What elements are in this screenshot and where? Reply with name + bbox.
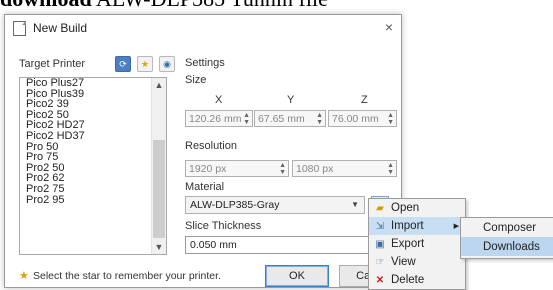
close-button[interactable]: × [385,19,393,35]
menu-item-view[interactable]: ☞ View [369,253,465,271]
globe-icon[interactable]: ◉ [159,56,175,72]
material-selected-value: ALW-DLP385-Gray [190,199,280,211]
ok-button[interactable]: OK [265,265,329,287]
material-label: Material [185,181,225,193]
document-heading-rest: ALW-DLP385 Tunnin file [92,0,328,11]
slice-thickness-field[interactable]: 0.050 mm [185,236,375,254]
y-axis-label: Y [287,94,295,106]
printer-list[interactable]: Pico Plus27 Pico Plus39 Pico2 39 Pico2 5… [19,77,167,255]
printer-item[interactable]: Pro2 75 [20,184,166,195]
menu-item-label: Import [391,220,424,232]
dialog-title: New Build [33,21,88,35]
import-submenu: Composer Downloads [460,217,553,259]
chevron-right-icon: ▶ [453,223,459,230]
printer-item[interactable]: Pro2 95 [20,194,166,206]
menu-item-delete[interactable]: ✕ Delete [369,271,465,289]
import-icon: ⇲ [375,220,385,232]
menu-item-label: View [391,256,416,268]
size-z-value: 76.00 mm [332,112,379,125]
delete-icon: ✕ [375,274,385,286]
size-x-value: 120.26 mm [189,112,242,125]
slice-thickness-label: Slice Thickness [185,220,262,232]
spinner-arrows-icon[interactable]: ▲ ▼ [279,162,286,176]
resolution-width-field[interactable]: 1920 px ▲ ▼ [185,160,289,177]
chevron-down-icon[interactable]: ▼ [152,240,166,254]
menu-item-label: Export [391,238,425,250]
slice-thickness-value: 0.050 mm [190,239,237,251]
star-icon: ★ [19,270,29,282]
material-select[interactable]: ALW-DLP385-Gray ▼ [185,196,365,214]
submenu-item-downloads[interactable]: Downloads [461,237,553,256]
x-axis-label: X [215,94,223,106]
ok-button-label: OK [289,270,305,282]
size-z-field[interactable]: 76.00 mm ▲ ▼ [328,110,397,127]
menu-item-label: Delete [391,274,425,286]
target-printer-label: Target Printer [19,58,86,70]
spinner-arrows-icon[interactable]: ▲ ▼ [387,162,394,176]
target-printer-header: Target Printer ⟳ ★ ◉ [19,53,175,75]
document-icon [13,20,26,36]
printer-item[interactable]: Pico Plus27 [20,78,166,89]
menu-item-import[interactable]: ⇲ Import ▶ [369,217,465,235]
document-heading: download ALW-DLP385 Tunnin file [0,0,328,12]
menu-item-open[interactable]: ▰ Open [369,199,465,217]
settings-label: Settings [185,57,225,69]
resolution-height-value: 1080 px [296,162,334,175]
dialog-titlebar: New Build × [5,15,401,41]
scrollbar-thumb[interactable] [153,140,165,238]
z-axis-label: Z [361,94,368,106]
spinner-arrows-icon[interactable]: ▲ ▼ [243,112,250,126]
spinner-arrows-icon[interactable]: ▲ ▼ [387,112,394,126]
size-y-field[interactable]: 67.65 mm ▲ ▼ [254,110,326,127]
submenu-item-composer[interactable]: Composer [461,218,553,237]
printer-item[interactable]: Pico2 HD37 [20,131,166,142]
folder-icon: ▰ [376,202,384,214]
view-icon: ☞ [375,256,385,268]
footer-hint: Select the star to remember your printer… [33,270,221,282]
material-context-menu: ▰ Open ⇲ Import ▶ ▣ Export ☞ View ✕ Dele… [368,198,466,290]
star-icon[interactable]: ★ [137,56,153,72]
resolution-width-value: 1920 px [189,162,227,175]
size-label: Size [185,74,207,86]
size-x-field[interactable]: 120.26 mm ▲ ▼ [185,110,253,127]
menu-item-label: Open [391,202,420,214]
document-heading-bold: download [0,0,92,11]
refresh-icon[interactable]: ⟳ [115,56,131,72]
chevron-up-icon[interactable]: ▲ [152,78,166,92]
printer-list-scrollbar[interactable]: ▲ ▼ [151,78,166,254]
export-icon: ▣ [375,238,385,250]
new-build-dialog: New Build × Target Printer ⟳ ★ ◉ Pico Pl… [4,14,402,288]
size-y-value: 67.65 mm [258,112,305,125]
spinner-arrows-icon[interactable]: ▲ ▼ [316,112,323,126]
dialog-footer: ★ Select the star to remember your print… [19,265,399,289]
resolution-label: Resolution [185,140,237,152]
menu-item-export[interactable]: ▣ Export [369,235,465,253]
chevron-down-icon: ▼ [351,200,359,209]
resolution-height-field[interactable]: 1080 px ▲ ▼ [292,160,397,177]
target-printer-panel: Target Printer ⟳ ★ ◉ Pico Plus27 Pico Pl… [19,53,175,255]
